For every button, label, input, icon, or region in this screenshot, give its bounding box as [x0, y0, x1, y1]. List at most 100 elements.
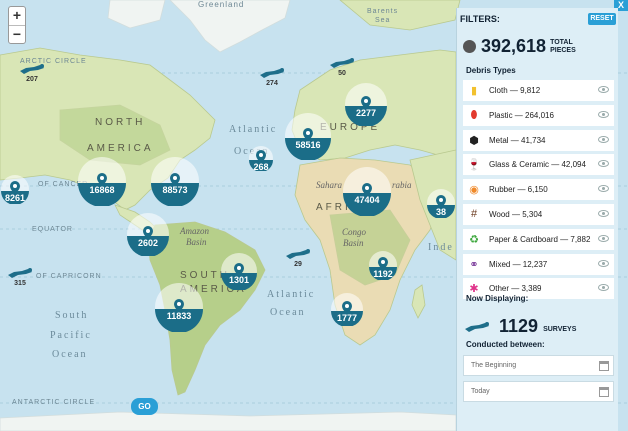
- cluster-count: 268: [253, 162, 269, 172]
- label-tropic-capricorn: OF CAPRICORN: [36, 273, 102, 280]
- label-south-pacific: South: [55, 310, 89, 321]
- cluster-marker-north-america-east[interactable]: 88573: [150, 156, 200, 206]
- debris-type-row[interactable]: # Wood — 5,304: [463, 203, 614, 225]
- diver-marker-barents[interactable]: 50: [328, 56, 356, 80]
- go-button[interactable]: GO: [131, 398, 158, 415]
- cluster-count: 58516: [295, 140, 321, 150]
- calendar-icon[interactable]: [599, 361, 609, 371]
- surveys-value: 1129: [499, 316, 539, 336]
- total-label: TOTAL PIECES: [550, 38, 576, 54]
- debris-type-row[interactable]: ▮ Cloth — 9,812: [463, 80, 614, 101]
- cluster-pin-icon: [343, 167, 391, 216]
- cluster-count: 16868: [89, 185, 115, 195]
- end-date-field[interactable]: Today: [463, 381, 614, 402]
- diver-marker-pacific[interactable]: 315: [6, 266, 34, 290]
- debris-type-row[interactable]: ♻ Paper & Cardboard — 7,882: [463, 228, 614, 250]
- cluster-pin-icon: [78, 157, 126, 206]
- debris-type-list: ▮ Cloth — 9,812 ⬮ Plastic — 264,016 ⬢ Metal —…: [463, 80, 614, 303]
- cluster-marker-atlantic-mid[interactable]: 268: [248, 145, 274, 172]
- debris-type-row[interactable]: ◉ Rubber — 6,150: [463, 179, 614, 201]
- visibility-eye-icon[interactable]: [598, 86, 609, 93]
- cluster-marker-north-america-west[interactable]: 8261: [0, 174, 30, 204]
- diver-count: 274: [266, 80, 278, 87]
- cluster-marker-central-america[interactable]: 2602: [126, 212, 170, 256]
- reset-button[interactable]: RESET: [588, 13, 616, 25]
- visibility-eye-icon[interactable]: [598, 234, 609, 242]
- calendar-icon[interactable]: [599, 387, 609, 397]
- cluster-marker-asia-south[interactable]: 38: [426, 188, 456, 218]
- label-sea: Sea: [375, 17, 391, 24]
- cluster-marker-africa-east[interactable]: 1192: [368, 250, 398, 280]
- debris-type-label: Other — 3,389: [489, 284, 542, 294]
- cluster-count: 2277: [355, 108, 377, 118]
- debris-type-row[interactable]: ⬢ Metal — 41,734: [463, 129, 614, 151]
- diver-icon: [465, 321, 489, 332]
- surveys-count: 1129 SURVEYS: [463, 316, 576, 337]
- visibility-eye-icon[interactable]: [598, 209, 609, 217]
- start-date-field[interactable]: The Beginning: [463, 355, 614, 376]
- cluster-count: 38: [435, 207, 446, 217]
- cluster-pin-icon: [151, 157, 199, 206]
- cluster-pin-icon: [285, 113, 331, 160]
- diver-count: 50: [338, 70, 346, 77]
- visibility-eye-icon[interactable]: [598, 160, 609, 168]
- cluster-pin-icon: [345, 83, 387, 126]
- label-congo: Congo: [342, 227, 367, 237]
- cluster-marker-europe-north[interactable]: 2277: [344, 82, 388, 126]
- cluster-marker-europe-west[interactable]: 58516: [284, 112, 332, 160]
- label-congo-basin: Basin: [343, 238, 364, 248]
- cluster-marker-south-america-south[interactable]: 11833: [154, 282, 204, 332]
- visibility-eye-icon[interactable]: [598, 110, 609, 118]
- diver-marker-greenland-sea[interactable]: 274: [258, 66, 286, 90]
- cluster-count: 88573: [162, 185, 188, 195]
- label-pacific-ocean: Ocean: [52, 349, 88, 360]
- map-viewport[interactable]: Greenland Barents Sea NORTH AMERICA SOUT…: [0, 0, 628, 431]
- cluster-marker-north-america-central[interactable]: 16868: [77, 156, 127, 206]
- visibility-eye-icon[interactable]: [598, 284, 609, 292]
- label-indian: Inde: [428, 242, 454, 253]
- bottle-icon: ⬮: [470, 108, 478, 121]
- label-arabia: rabia: [392, 180, 412, 190]
- total-pieces: 392,618 TOTAL PIECES: [463, 36, 580, 57]
- debris-type-label: Cloth — 9,812: [489, 86, 541, 95]
- hex-nut-icon: ⬢: [469, 134, 479, 147]
- cluster-count: 11833: [166, 311, 192, 321]
- wine-glass-icon: 🍷: [467, 159, 481, 172]
- cluster-pin-icon: [155, 283, 203, 332]
- cluster-count: 1192: [373, 269, 393, 279]
- debris-type-row[interactable]: ⬮ Plastic — 264,016: [463, 104, 614, 126]
- cluster-marker-south-america-east[interactable]: 1301: [220, 252, 258, 290]
- filters-title: FILTERS:: [460, 14, 500, 24]
- label-atlantic-s: Atlantic: [267, 289, 316, 300]
- zoom-control: + −: [8, 6, 26, 44]
- cluster-pin-icon: [127, 213, 169, 256]
- label-greenland: Greenland: [198, 0, 245, 9]
- cloth-icon: ▮: [470, 85, 478, 97]
- cluster-count: 1301: [228, 275, 250, 285]
- label-amazon: Amazon: [180, 226, 209, 236]
- start-date-placeholder: The Beginning: [471, 362, 517, 369]
- debris-type-label: Glass & Ceramic — 42,094: [489, 160, 586, 170]
- total-dot-icon: [463, 40, 476, 53]
- diver-count: 207: [26, 76, 38, 83]
- debris-type-row[interactable]: 🍷 Glass & Ceramic — 42,094: [463, 154, 614, 176]
- visibility-eye-icon[interactable]: [598, 135, 609, 143]
- diver-marker-south-atlantic[interactable]: 29: [284, 247, 312, 271]
- debris-type-label: Wood — 5,304: [489, 209, 543, 219]
- label-america-n: AMERICA: [87, 143, 154, 154]
- visibility-eye-icon[interactable]: [598, 185, 609, 193]
- diver-marker-alaska[interactable]: 207: [18, 62, 46, 86]
- cluster-count: 8261: [4, 193, 26, 203]
- cluster-marker-africa-north[interactable]: 47404: [342, 166, 392, 216]
- diver-icon: [20, 64, 44, 74]
- cluster-count: 47404: [354, 195, 380, 205]
- debris-type-label: Rubber — 6,150: [489, 185, 548, 195]
- zoom-out-button[interactable]: −: [9, 25, 25, 43]
- visibility-eye-icon[interactable]: [598, 259, 609, 267]
- label-north: NORTH: [95, 117, 146, 128]
- diver-icon: [286, 249, 310, 259]
- debris-type-row[interactable]: ⚭ Mixed — 12,237: [463, 253, 614, 275]
- cluster-marker-africa-south[interactable]: 1777: [330, 292, 364, 326]
- filters-panel: FILTERS: RESET 392,618 TOTAL PIECES Debr…: [456, 8, 618, 431]
- zoom-in-button[interactable]: +: [9, 7, 25, 25]
